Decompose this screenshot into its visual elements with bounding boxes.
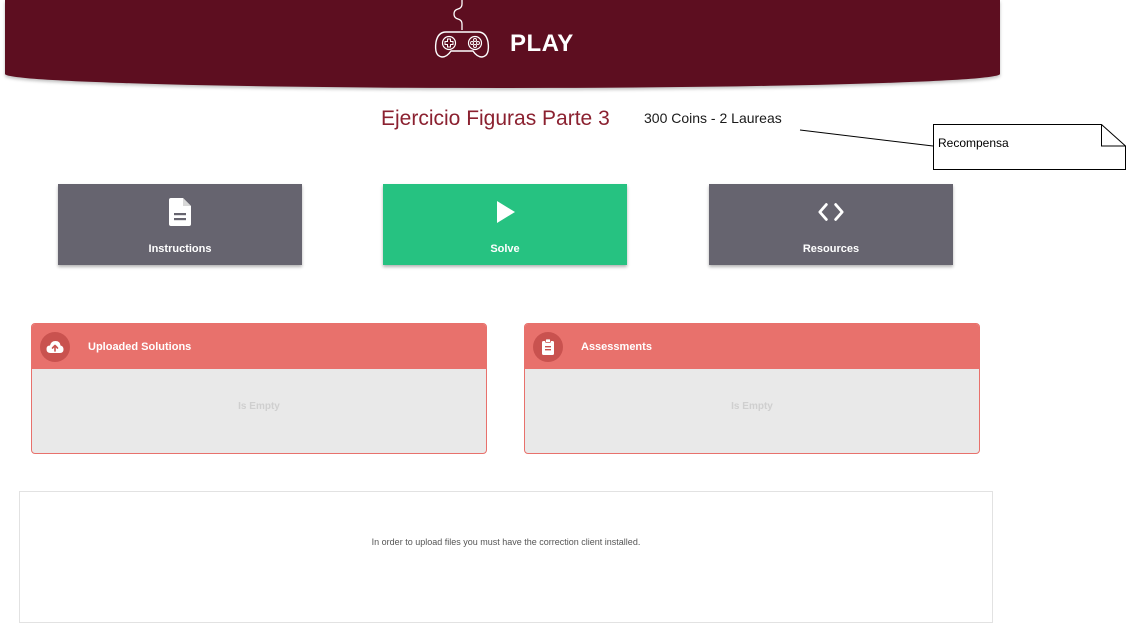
solve-button[interactable]: Solve [383, 184, 627, 265]
gamepad-icon [432, 0, 492, 70]
instructions-button[interactable]: Instructions [58, 184, 302, 265]
info-box: In order to upload files you must have t… [19, 491, 993, 623]
empty-state-text: Is Empty [731, 401, 773, 412]
clipboard-icon [533, 332, 563, 362]
panel-title: Uploaded Solutions [88, 341, 192, 353]
instructions-label: Instructions [148, 243, 212, 255]
callout-label: Recompensa [938, 136, 1009, 150]
empty-state-text: Is Empty [238, 401, 280, 412]
code-icon [817, 198, 845, 226]
panel-title: Assessments [581, 341, 652, 353]
resources-button[interactable]: Resources [709, 184, 953, 265]
panel-header: Assessments [525, 324, 979, 369]
play-icon [491, 198, 519, 226]
cloud-upload-icon [40, 332, 70, 362]
header-banner: PLAY [5, 0, 1000, 88]
reward-text: 300 Coins - 2 Laureas [644, 110, 782, 126]
info-text: In order to upload files you must have t… [371, 537, 641, 547]
panel-header: Uploaded Solutions [32, 324, 486, 369]
assessments-panel: Assessments Is Empty [524, 323, 980, 454]
page-title: PLAY [510, 30, 574, 57]
exercise-title: Ejercicio Figuras Parte 3 [381, 107, 610, 130]
document-icon [166, 198, 194, 226]
solve-label: Solve [490, 243, 520, 255]
resources-label: Resources [802, 243, 860, 255]
uploaded-solutions-panel: Uploaded Solutions Is Empty [31, 323, 487, 454]
